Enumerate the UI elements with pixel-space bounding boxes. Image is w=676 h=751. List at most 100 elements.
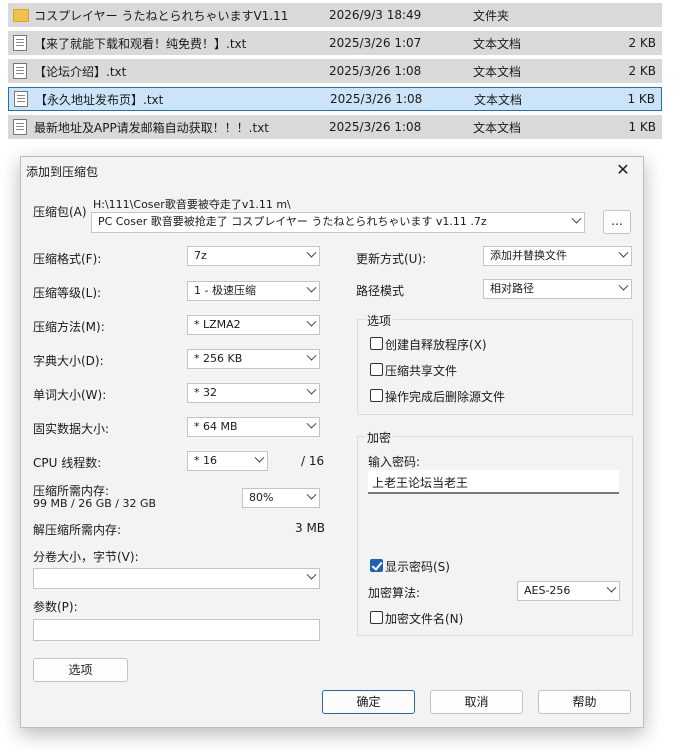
file-date: 2025/3/26 1:08 bbox=[329, 64, 422, 78]
archive-name-combo[interactable]: PC Coser 歌音要被抢走了 コスプレイヤー うたねとられちゃいます v1.… bbox=[91, 212, 585, 233]
password-value: 上老王论坛当老王 bbox=[372, 476, 469, 490]
chevron-down-icon bbox=[618, 280, 629, 291]
text-file-icon bbox=[13, 119, 27, 135]
cpu-threads-label: CPU 线程数: bbox=[33, 456, 102, 470]
chevron-down-icon bbox=[306, 489, 317, 500]
word-size-label: 单词大小(W): bbox=[33, 388, 107, 402]
encryption-method-label: 加密算法: bbox=[368, 586, 421, 600]
file-size: 2 KB bbox=[628, 64, 656, 78]
encrypt-names-label: 加密文件名(N) bbox=[385, 612, 464, 626]
chevron-down-icon bbox=[306, 569, 317, 580]
file-name: 最新地址及APP请发邮箱自动获取！！！.txt bbox=[34, 120, 270, 135]
chevron-down-icon bbox=[306, 350, 317, 361]
file-name: 【论坛介绍】.txt bbox=[34, 64, 127, 79]
file-type: 文本文档 bbox=[474, 92, 523, 107]
chevron-down-icon bbox=[254, 452, 265, 463]
level-label: 压缩等级(L): bbox=[33, 286, 102, 300]
file-name: コスプレイヤー うたねとられちゃいますV1.11 bbox=[34, 8, 289, 23]
text-file-icon bbox=[13, 35, 27, 51]
parameters-input[interactable] bbox=[33, 619, 320, 641]
encrypt-names-checkbox[interactable] bbox=[370, 611, 383, 624]
chevron-down-icon bbox=[306, 316, 317, 327]
file-row[interactable]: コスプレイヤー うたねとられちゃいますV1.11 2026/9/3 18:49 … bbox=[8, 3, 662, 27]
help-button[interactable]: 帮助 bbox=[538, 690, 631, 714]
file-date: 2025/3/26 1:08 bbox=[330, 92, 423, 106]
file-type: 文件夹 bbox=[473, 8, 510, 23]
file-type: 文本文档 bbox=[473, 120, 522, 135]
delete-after-checkbox[interactable] bbox=[370, 389, 383, 402]
decompress-memory-label: 解压缩所需内存: bbox=[33, 523, 122, 537]
cpu-threads-value: * 16 bbox=[194, 454, 217, 467]
file-row[interactable]: 【来了就能下载和观看！纯免费！】.txt 2025/3/26 1:07 文本文档… bbox=[8, 31, 662, 55]
solid-size-label: 固实数据大小: bbox=[33, 422, 110, 436]
path-mode-value: 相对路径 bbox=[490, 282, 534, 295]
ok-button[interactable]: 确定 bbox=[322, 690, 415, 714]
encryption-method-select[interactable]: AES-256 bbox=[517, 581, 620, 601]
update-mode-label: 更新方式(U): bbox=[356, 252, 427, 266]
level-value: 1 - 极速压缩 bbox=[194, 284, 256, 297]
volume-size-combo[interactable] bbox=[33, 568, 320, 589]
solid-size-value: * 64 MB bbox=[194, 420, 238, 433]
path-mode-select[interactable]: 相对路径 bbox=[483, 279, 632, 299]
shared-files-checkbox[interactable] bbox=[370, 363, 383, 376]
archive-name-value: PC Coser 歌音要被抢走了 コスプレイヤー うたねとられちゃいます v1.… bbox=[98, 215, 487, 228]
memory-percent-select[interactable]: 80% bbox=[242, 488, 320, 508]
update-mode-value: 添加并替换文件 bbox=[490, 249, 567, 262]
file-name: 【永久地址发布页】.txt bbox=[35, 92, 164, 107]
password-underline bbox=[368, 492, 619, 494]
parameters-label: 参数(P): bbox=[33, 600, 78, 614]
level-select[interactable]: 1 - 极速压缩 bbox=[187, 281, 320, 301]
chevron-down-icon bbox=[571, 213, 582, 224]
file-row[interactable]: 【论坛介绍】.txt 2025/3/26 1:08 文本文档 2 KB bbox=[8, 59, 662, 83]
dictionary-value: * 256 KB bbox=[194, 352, 243, 365]
text-file-icon bbox=[13, 63, 27, 79]
file-row-selected[interactable]: 【永久地址发布页】.txt 2025/3/26 1:08 文本文档 1 KB bbox=[8, 87, 662, 111]
show-password-checkbox[interactable] bbox=[370, 559, 383, 572]
dictionary-select[interactable]: * 256 KB bbox=[187, 349, 320, 369]
file-type: 文本文档 bbox=[473, 64, 522, 79]
archive-path: H:\111\Coser歌音要被夺走了v1.11 m\ bbox=[93, 198, 291, 211]
folder-icon bbox=[13, 8, 29, 22]
chevron-down-icon bbox=[618, 247, 629, 258]
cpu-threads-select[interactable]: * 16 bbox=[187, 451, 268, 471]
file-row[interactable]: 最新地址及APP请发邮箱自动获取！！！.txt 2025/3/26 1:08 文… bbox=[8, 115, 662, 139]
format-select[interactable]: 7z bbox=[187, 246, 320, 266]
file-date: 2025/3/26 1:08 bbox=[329, 120, 422, 134]
method-value: * LZMA2 bbox=[194, 318, 241, 331]
options-button[interactable]: 选项 bbox=[33, 658, 128, 682]
sfx-label: 创建自释放程序(X) bbox=[385, 338, 487, 352]
memory-percent-value: 80% bbox=[249, 491, 274, 504]
method-select[interactable]: * LZMA2 bbox=[187, 315, 320, 335]
volume-size-label: 分卷大小，字节(V): bbox=[33, 550, 139, 564]
options-group-title: 选项 bbox=[365, 312, 394, 329]
password-label: 输入密码: bbox=[368, 455, 421, 469]
file-date: 2025/3/26 1:07 bbox=[329, 36, 422, 50]
show-password-label: 显示密码(S) bbox=[385, 560, 450, 574]
cpu-threads-total: / 16 bbox=[301, 454, 325, 468]
add-to-archive-dialog: 添加到压缩包 ✕ 压缩包(A) H:\111\Coser歌音要被夺走了v1.11… bbox=[20, 156, 644, 728]
cancel-button[interactable]: 取消 bbox=[430, 690, 523, 714]
shared-files-label: 压缩共享文件 bbox=[385, 364, 458, 378]
update-mode-select[interactable]: 添加并替换文件 bbox=[483, 246, 632, 266]
sfx-checkbox[interactable] bbox=[370, 337, 383, 350]
file-size: 1 KB bbox=[628, 120, 656, 134]
text-file-icon bbox=[14, 91, 28, 107]
file-date: 2026/9/3 18:49 bbox=[329, 8, 422, 22]
chevron-down-icon bbox=[306, 282, 317, 293]
format-value: 7z bbox=[194, 249, 207, 262]
word-size-select[interactable]: * 32 bbox=[187, 383, 320, 403]
close-icon[interactable]: ✕ bbox=[611, 159, 635, 181]
file-size: 2 KB bbox=[628, 36, 656, 50]
solid-size-select[interactable]: * 64 MB bbox=[187, 417, 320, 437]
encryption-group-title: 加密 bbox=[365, 429, 394, 446]
browse-button[interactable]: ... bbox=[603, 210, 631, 234]
format-label: 压缩格式(F): bbox=[33, 252, 102, 266]
chevron-down-icon bbox=[306, 384, 317, 395]
dialog-title: 添加到压缩包 bbox=[26, 165, 99, 179]
file-size: 1 KB bbox=[627, 92, 655, 106]
decompress-memory-value: 3 MB bbox=[295, 521, 326, 535]
password-input[interactable]: 上老王论坛当老王 bbox=[368, 470, 619, 494]
method-label: 压缩方法(M): bbox=[33, 320, 105, 334]
path-mode-label: 路径模式 bbox=[356, 284, 405, 298]
memory-values: 99 MB / 26 GB / 32 GB bbox=[33, 497, 157, 510]
